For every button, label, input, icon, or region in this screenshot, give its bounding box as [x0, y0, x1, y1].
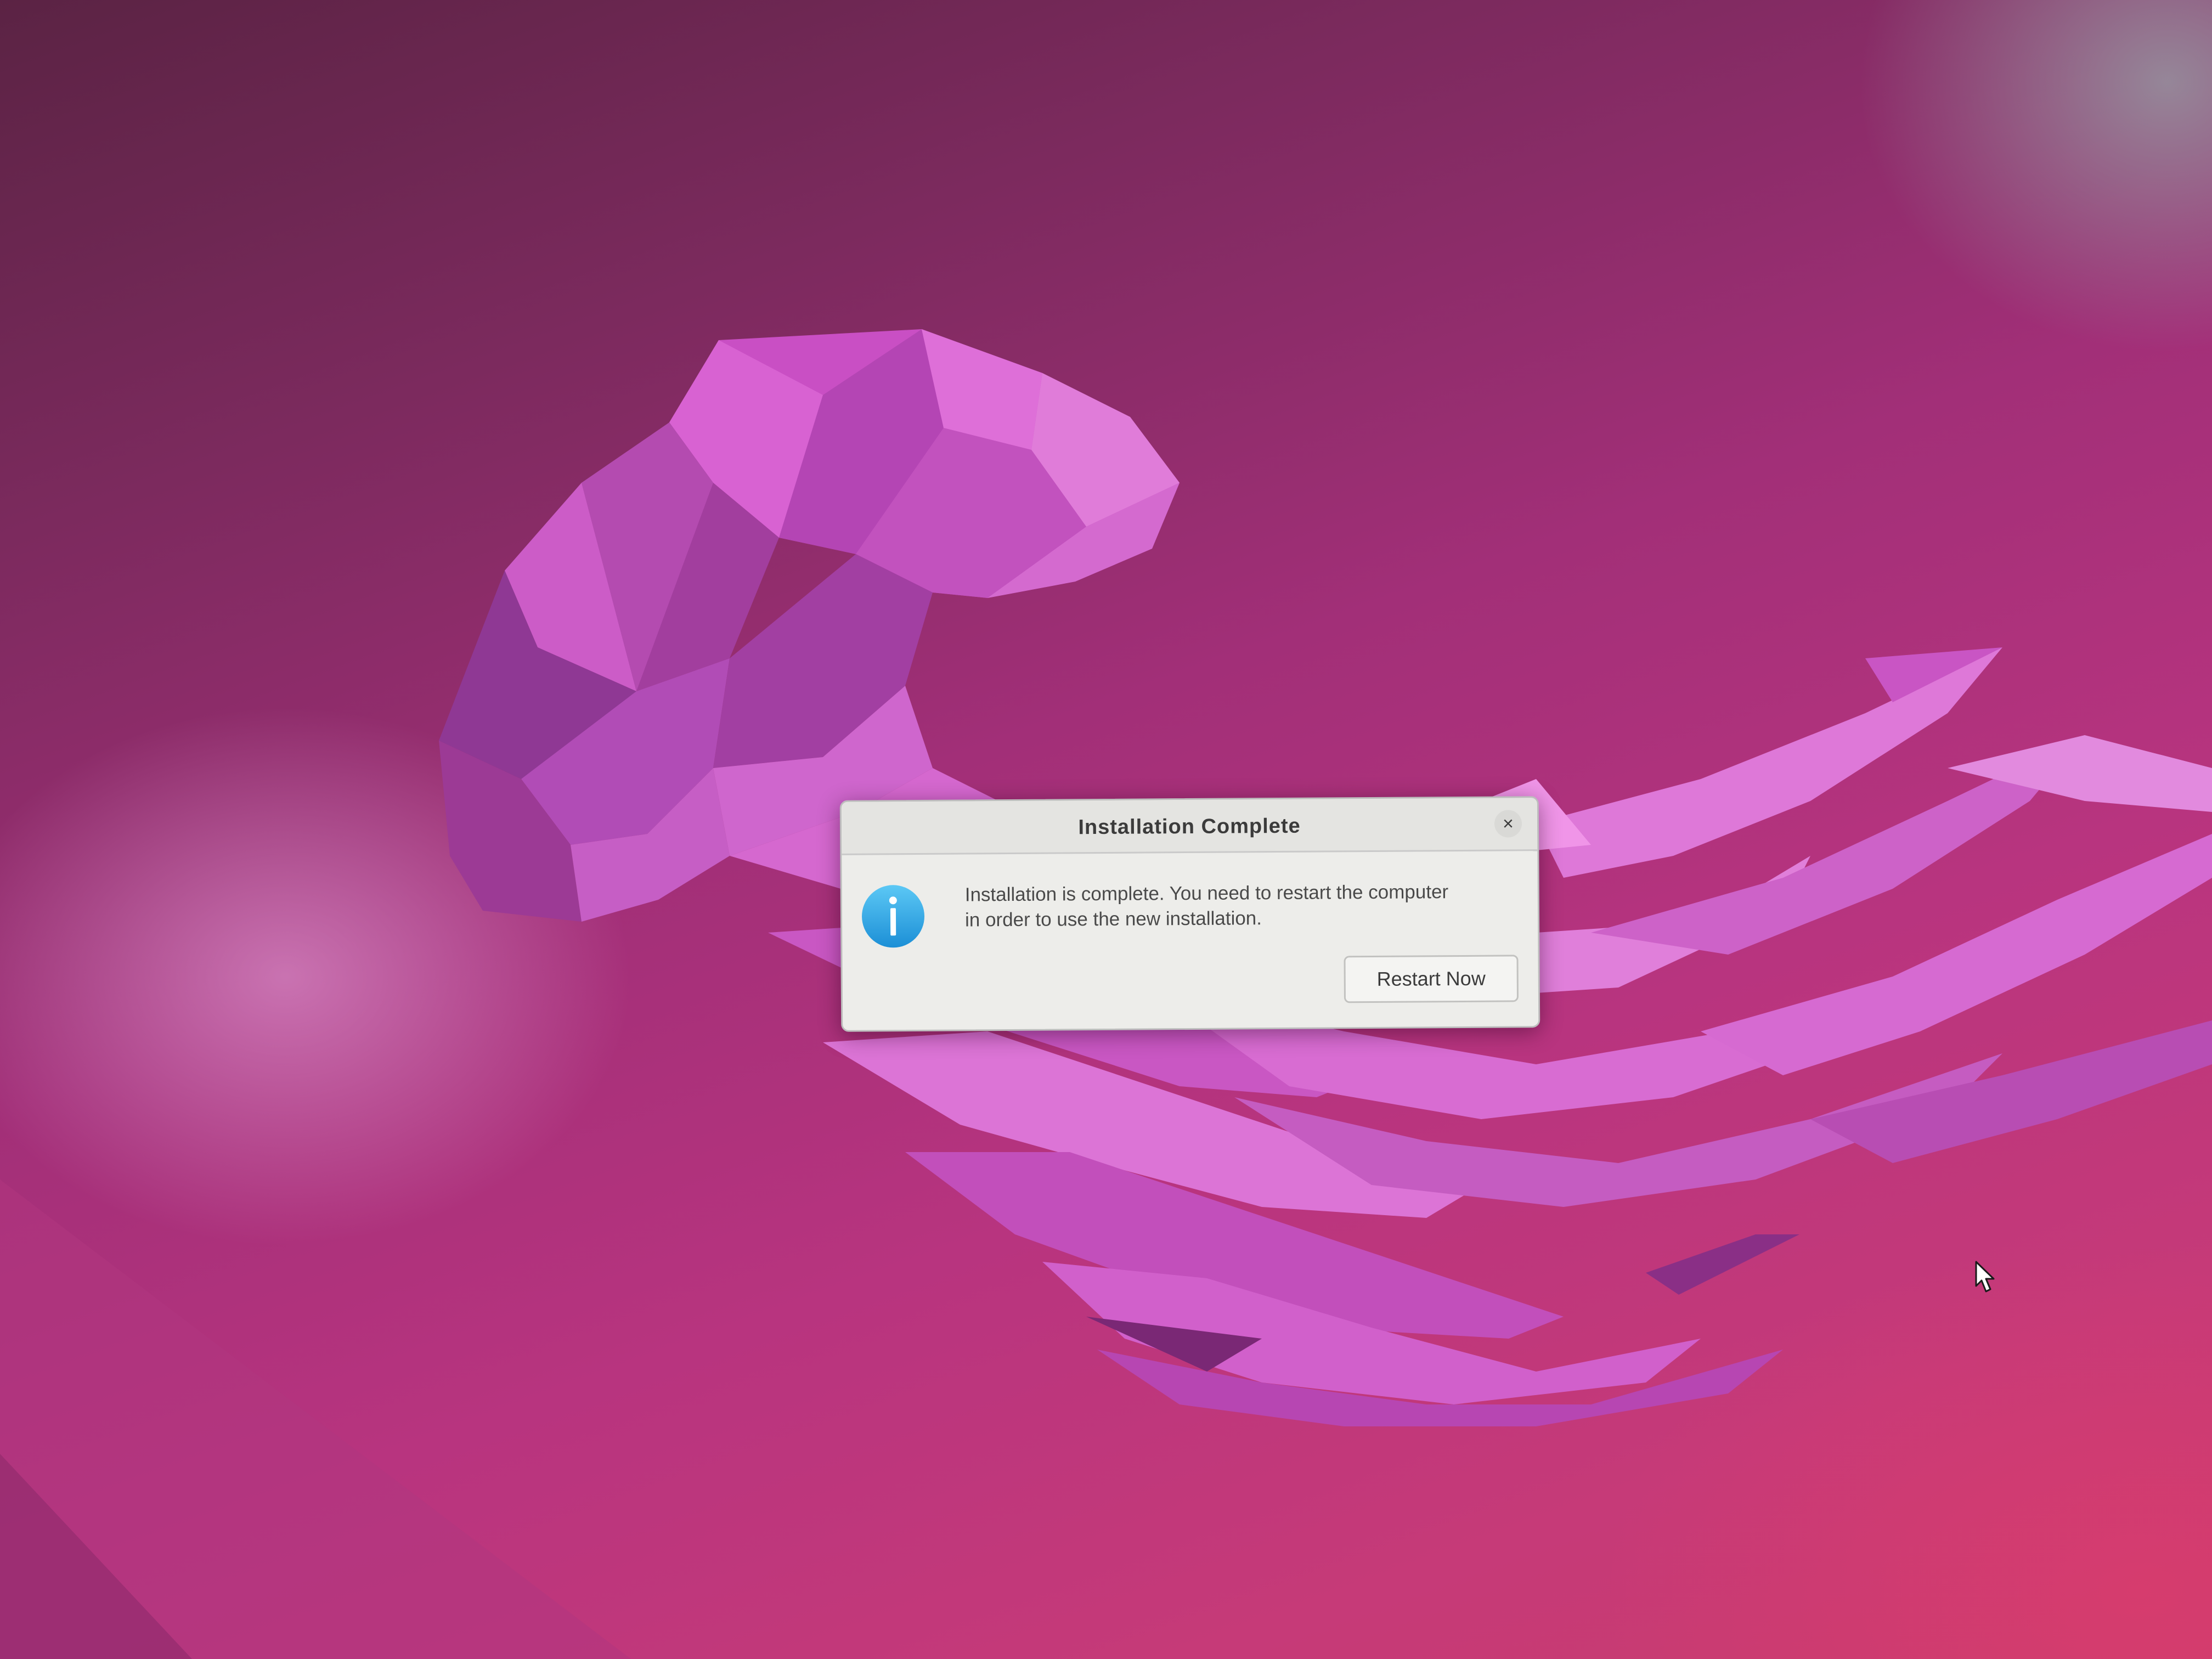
dialog-message: Installation is complete. You need to re…: [965, 879, 1520, 933]
mouse-cursor-icon: [1975, 1261, 1995, 1293]
restart-now-button[interactable]: Restart Now: [1344, 955, 1519, 1003]
info-icon: [862, 885, 925, 948]
close-icon: ×: [1502, 813, 1514, 834]
dialog-title: Installation Complete: [1078, 814, 1301, 839]
close-button[interactable]: ×: [1494, 810, 1522, 838]
desktop: Installation Complete × Installation is …: [0, 0, 2212, 1659]
message-line-2: in order to use the new installation.: [964, 907, 1262, 931]
installation-complete-dialog: Installation Complete × Installation is …: [839, 796, 1541, 1032]
message-line-1: Installation is complete. You need to re…: [964, 881, 1449, 906]
dialog-titlebar[interactable]: Installation Complete ×: [841, 798, 1538, 855]
